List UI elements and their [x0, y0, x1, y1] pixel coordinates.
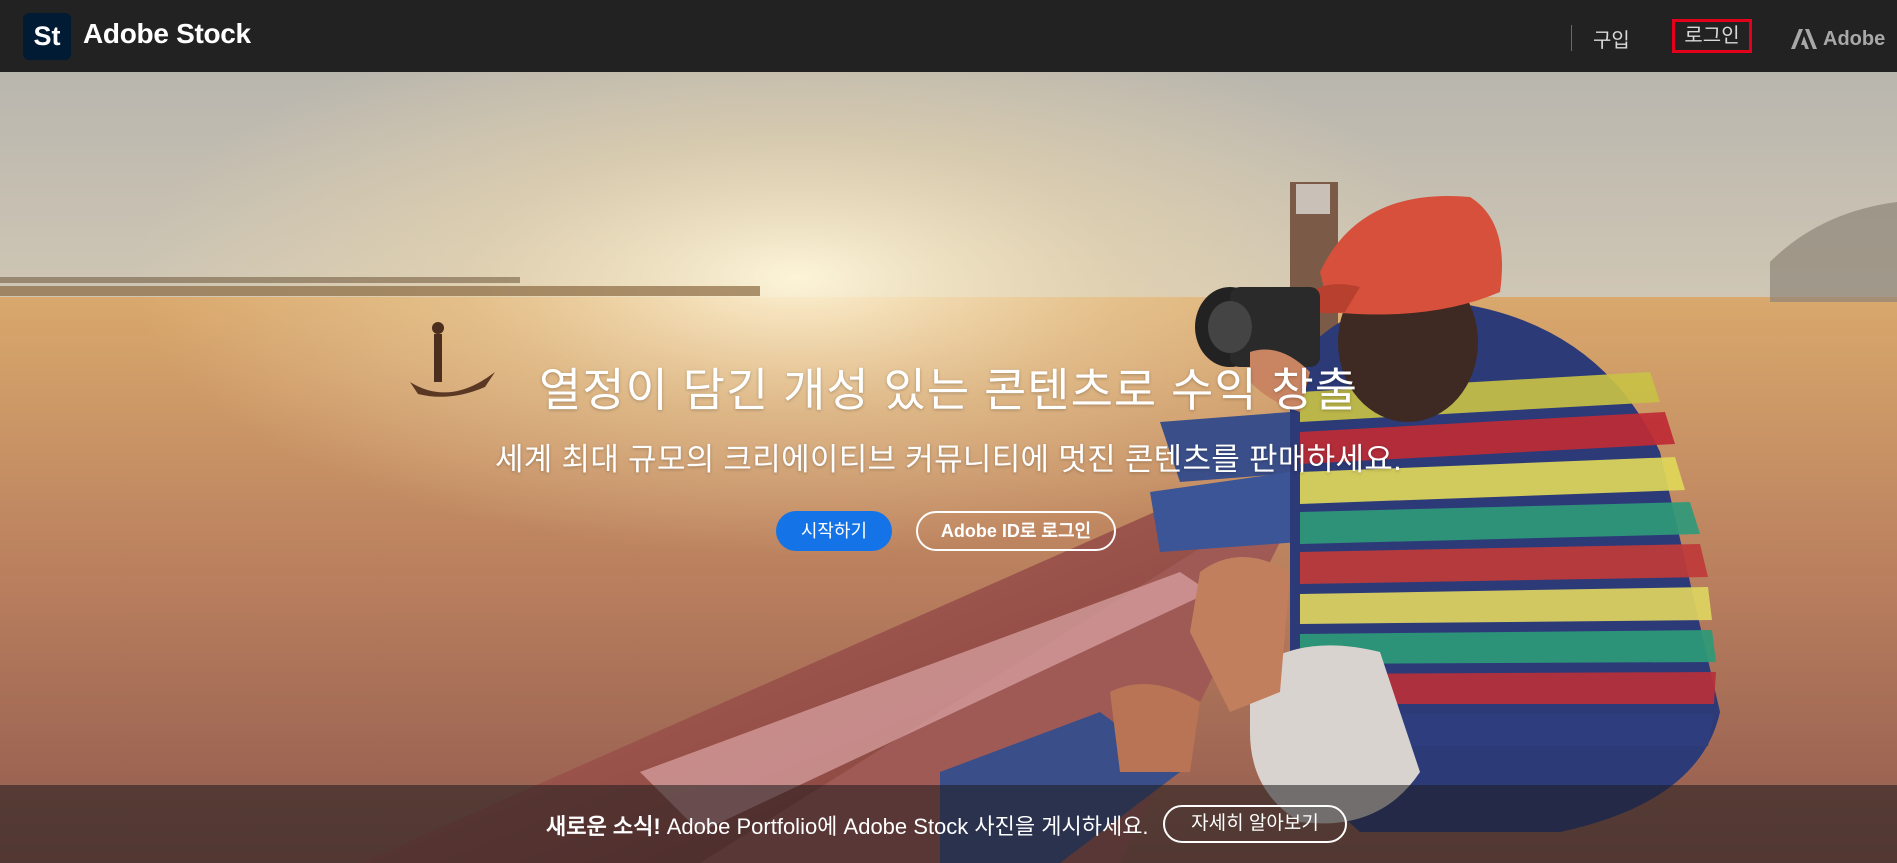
- get-started-button[interactable]: 시작하기: [776, 511, 892, 551]
- adobe-label: Adobe: [1823, 27, 1886, 50]
- brand-name[interactable]: Adobe Stock: [83, 18, 251, 50]
- news-banner-text: 새로운 소식! Adobe Portfolio에 Adobe Stock 사진을…: [546, 809, 1149, 841]
- news-label: 새로운 소식!: [546, 814, 661, 839]
- nav-login-link[interactable]: 로그인: [1672, 19, 1752, 53]
- learn-more-button[interactable]: 자세히 알아보기: [1163, 805, 1347, 843]
- hero-subheadline: 세계 최대 규모의 크리에이티브 커뮤니티에 멋진 콘텐츠를 판매하세요.: [494, 442, 1403, 477]
- nav-divider: [1571, 25, 1572, 51]
- hero-section: 열정이 담긴 개성 있는 콘텐츠로 수익 창출 세계 최대 규모의 크리에이티브…: [0, 72, 1897, 863]
- adobe-stock-logo[interactable]: St: [23, 13, 71, 60]
- adobe-logo-icon: [1791, 29, 1817, 49]
- news-message: Adobe Portfolio에 Adobe Stock 사진을 게시하세요.: [660, 814, 1149, 839]
- adobe-id-login-button[interactable]: Adobe ID로 로그인: [916, 511, 1116, 551]
- top-nav-bar: St Adobe Stock 구입 로그인 Adobe: [0, 0, 1897, 72]
- hero-headline: 열정이 담긴 개성 있는 콘텐츠로 수익 창출: [538, 364, 1359, 416]
- nav-buy-link[interactable]: 구입: [1593, 24, 1630, 53]
- adobe-link[interactable]: Adobe: [1791, 26, 1885, 52]
- news-banner: 새로운 소식! Adobe Portfolio에 Adobe Stock 사진을…: [0, 785, 1897, 863]
